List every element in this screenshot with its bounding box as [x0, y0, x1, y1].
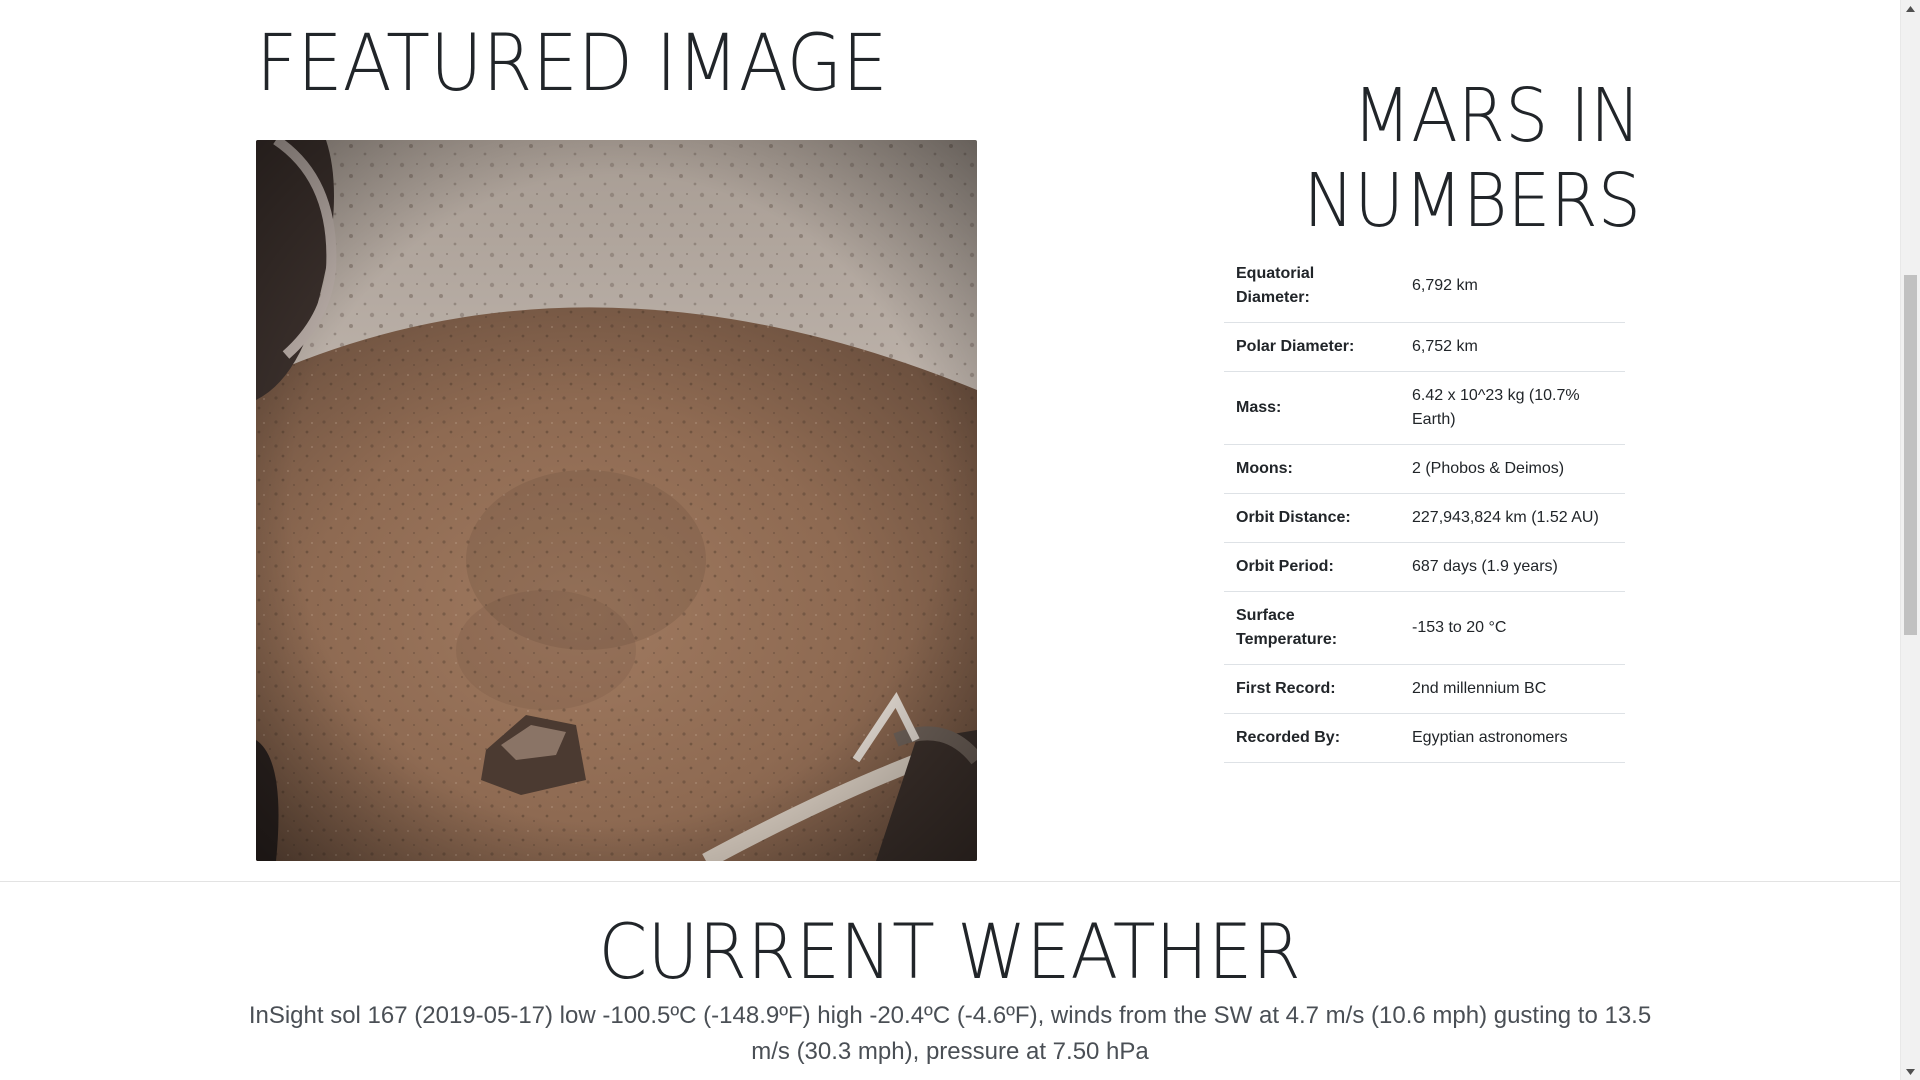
featured-mars-image[interactable] [256, 140, 977, 861]
table-row: First Record: 2nd millennium BC [1224, 664, 1625, 714]
fact-value: 6.42 x 10^23 kg (10.7% Earth) [1400, 371, 1625, 445]
mars-facts-title: MARS IN NUMBERS [1303, 73, 1641, 245]
table-row: Recorded By: Egyptian astronomers [1224, 713, 1625, 763]
fact-label: Moons: [1224, 444, 1400, 494]
fact-value: Egyptian astronomers [1400, 713, 1625, 763]
mars-facts-title-line1: MARS IN [1352, 73, 1641, 159]
fact-value: 2nd millennium BC [1400, 664, 1625, 714]
current-weather-title: CURRENT WEATHER [0, 906, 1900, 997]
table-row: Polar Diameter: 6,752 km [1224, 322, 1625, 372]
mars-facts-title-line2: NUMBERS [1303, 158, 1641, 245]
fact-value: 6,792 km [1400, 250, 1625, 323]
fact-label: Orbit Period: [1224, 542, 1400, 592]
table-row: Orbit Period: 687 days (1.9 years) [1224, 542, 1625, 592]
fact-value: 687 days (1.9 years) [1400, 542, 1625, 592]
table-row: Mass: 6.42 x 10^23 kg (10.7% Earth) [1224, 371, 1625, 445]
table-row: Equatorial Diameter: 6,792 km [1224, 250, 1625, 323]
fact-value: -153 to 20 °C [1400, 591, 1625, 665]
fact-label: Mass: [1224, 371, 1400, 445]
arrow-up-icon[interactable] [1901, 0, 1920, 17]
fact-label: Surface Temperature: [1224, 591, 1400, 665]
table-row: Surface Temperature: -153 to 20 °C [1224, 591, 1625, 665]
fact-label: Polar Diameter: [1224, 322, 1400, 372]
current-weather-title-text: CURRENT WEATHER [598, 907, 1302, 996]
fact-value: 6,752 km [1400, 322, 1625, 372]
fact-label: First Record: [1224, 664, 1400, 714]
mars-surface-photo [256, 140, 977, 861]
page-content: FEATURED IMAGE MARS IN NUMBERS Equatoria… [0, 0, 1900, 1080]
fact-label: Equatorial Diameter: [1224, 250, 1400, 323]
fact-label: Recorded By: [1224, 713, 1400, 763]
fact-label: Orbit Distance: [1224, 493, 1400, 543]
page: FEATURED IMAGE MARS IN NUMBERS Equatoria… [0, 0, 1920, 1080]
vertical-scrollbar[interactable] [1900, 0, 1920, 1080]
fact-value: 227,943,824 km (1.52 AU) [1400, 493, 1625, 543]
table-row: Orbit Distance: 227,943,824 km (1.52 AU) [1224, 493, 1625, 543]
weather-report: InSight sol 167 (2019-05-17) low -100.5º… [248, 1002, 1652, 1065]
fact-value: 2 (Phobos & Deimos) [1400, 444, 1625, 494]
arrow-down-icon[interactable] [1901, 1063, 1920, 1080]
scrollbar-thumb[interactable] [1904, 275, 1917, 635]
table-row: Moons: 2 (Phobos & Deimos) [1224, 444, 1625, 494]
section-divider [0, 881, 1900, 882]
featured-image-title: FEATURED IMAGE [256, 19, 888, 109]
mars-facts-table: Equatorial Diameter: 6,792 km Polar Diam… [1224, 250, 1625, 763]
